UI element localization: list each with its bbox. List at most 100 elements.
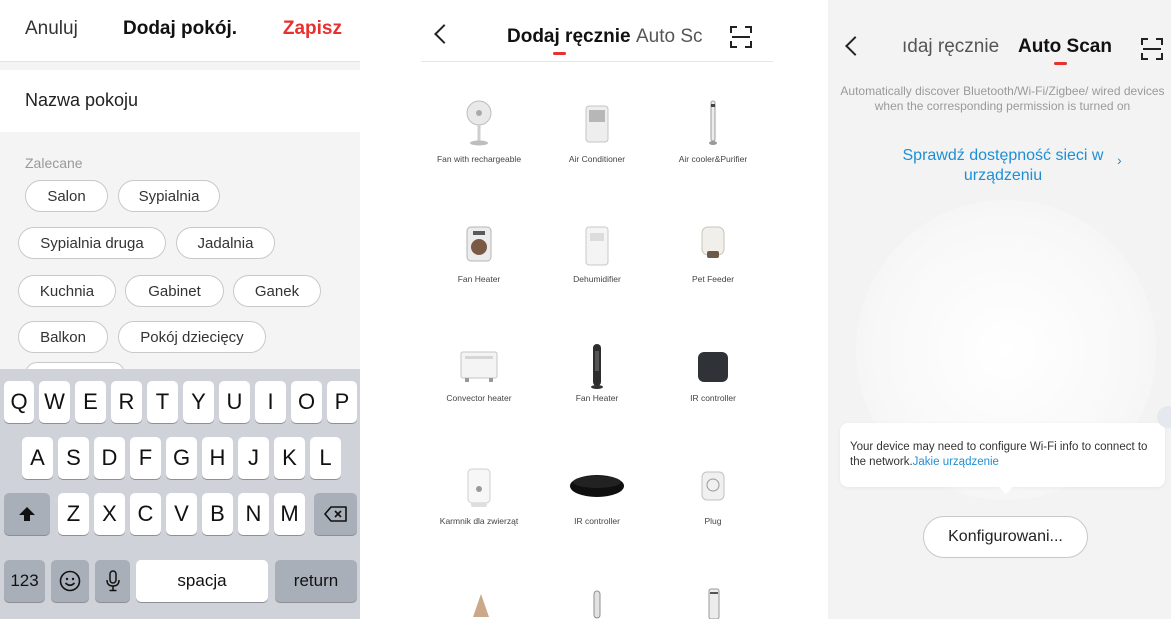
key-t[interactable]: T — [147, 381, 178, 423]
device-tile[interactable]: Pet Feeder — [663, 222, 763, 292]
recommended-label: Zalecane — [25, 155, 83, 171]
device-tile[interactable]: Convector heater — [429, 343, 529, 423]
shift-arrow-icon — [19, 507, 35, 521]
dictation-key[interactable] — [95, 560, 130, 602]
key-m[interactable]: M — [274, 493, 305, 535]
chip-jadalnia[interactable]: Jadalnia — [176, 227, 275, 259]
device-label: Convector heater — [446, 393, 512, 403]
chip-kuchnia[interactable]: Kuchnia — [18, 275, 116, 307]
chip-sypialnia[interactable]: Sypialnia — [118, 180, 220, 212]
manual-header: Dodaj ręcznie Auto Sc — [421, 0, 773, 62]
device-label: Air cooler&Purifier — [678, 154, 748, 164]
device-tile[interactable]: Fan Heater — [429, 222, 529, 292]
key-a[interactable]: A — [22, 437, 53, 479]
space-key[interactable]: spacja — [136, 560, 268, 602]
key-s[interactable]: S — [58, 437, 89, 479]
device-label: IR controller — [690, 393, 736, 403]
microphone-icon — [105, 570, 120, 592]
standing-fan-icon — [466, 100, 492, 146]
device-label: Plug — [704, 516, 722, 526]
auto-scan-panel: ıdaj ręcznie Auto Scan Automatically dis… — [828, 0, 1171, 619]
device-label: Air Conditioner — [568, 154, 626, 164]
chip-pokoj-dzieciecy[interactable]: Pokój dziecięcy — [118, 321, 266, 353]
which-device-link[interactable]: Jakie urządzenie — [913, 456, 999, 468]
device-tile[interactable]: Plug — [663, 464, 763, 534]
cancel-button[interactable]: Anuluj — [25, 18, 78, 40]
back-chevron-icon[interactable] — [434, 24, 454, 44]
active-tab-indicator — [553, 52, 566, 55]
key-c[interactable]: C — [130, 493, 161, 535]
chip-balkon[interactable]: Balkon — [18, 321, 108, 353]
device-tile[interactable]: Karmnik dla zwierząt — [429, 464, 529, 544]
tab-add-manually[interactable]: ıdaj ręcznie — [902, 36, 999, 58]
key-q[interactable]: Q — [4, 381, 34, 423]
room-name-placeholder: Nazwa pokoju — [25, 90, 139, 110]
return-key[interactable]: return — [275, 560, 357, 602]
key-v[interactable]: V — [166, 493, 197, 535]
key-i[interactable]: I — [255, 381, 286, 423]
key-o[interactable]: O — [291, 381, 322, 423]
key-r[interactable]: R — [111, 381, 142, 423]
key-b[interactable]: B — [202, 493, 233, 535]
fan-heater-icon — [466, 226, 492, 262]
back-chevron-icon[interactable] — [845, 36, 865, 56]
key-k[interactable]: K — [274, 437, 305, 479]
key-y[interactable]: Y — [183, 381, 214, 423]
device-label: Dehumidifier — [573, 274, 621, 284]
key-w[interactable]: W — [39, 381, 70, 423]
emoji-icon — [59, 570, 81, 592]
tower-cooler-icon — [709, 100, 717, 145]
key-j[interactable]: J — [238, 437, 269, 479]
key-l[interactable]: L — [310, 437, 341, 479]
key-d[interactable]: D — [94, 437, 125, 479]
key-p[interactable]: P — [327, 381, 357, 423]
device-label: Fan Heater — [457, 274, 501, 284]
tab-add-manually[interactable]: Dodaj ręcznie — [507, 26, 631, 48]
active-tab-indicator — [1054, 62, 1067, 65]
device-tile[interactable]: Air Conditioner — [547, 100, 647, 190]
emoji-key[interactable] — [51, 560, 89, 602]
room-name-input[interactable]: Nazwa pokoju — [0, 70, 360, 132]
chip-gabinet[interactable]: Gabinet — [125, 275, 224, 307]
configure-button[interactable]: Konfigurowani... — [923, 516, 1088, 558]
add-room-header: Dodaj pokój. Anuluj Zapisz — [0, 0, 360, 62]
device-tile[interactable]: Air cooler&Purifier — [663, 100, 763, 190]
key-f[interactable]: F — [130, 437, 161, 479]
key-x[interactable]: X — [94, 493, 125, 535]
wifi-hint-tooltip: Your device may need to configure Wi-Fi … — [840, 423, 1165, 487]
key-g[interactable]: G — [166, 437, 197, 479]
chip-sypialnia-druga[interactable]: Sypialnia druga — [18, 227, 166, 259]
tab-auto-scan[interactable]: Auto Sc — [636, 26, 703, 48]
scan-qr-icon[interactable] — [1141, 38, 1163, 60]
device-tile[interactable]: IR controller — [547, 464, 647, 534]
device-tile[interactable]: IR controller — [663, 343, 763, 413]
check-network-link[interactable]: Sprawdź dostępność sieci w urządzeniu — [888, 146, 1118, 186]
backspace-key[interactable] — [314, 493, 357, 535]
numbers-key[interactable]: 123 — [4, 560, 45, 602]
key-u[interactable]: U — [219, 381, 250, 423]
chip-salon[interactable]: Salon — [25, 180, 108, 212]
backspace-icon — [323, 506, 347, 522]
ir-controller-round-icon — [570, 475, 624, 497]
aroma-diffuser-icon — [473, 594, 489, 617]
convector-heater-icon — [460, 351, 498, 382]
tab-auto-scan[interactable]: Auto Scan — [1018, 36, 1112, 58]
device-tile[interactable]: Fan with rechargeable — [429, 100, 529, 190]
key-h[interactable]: H — [202, 437, 233, 479]
device-tile[interactable]: Fan Heater — [547, 343, 647, 413]
key-n[interactable]: N — [238, 493, 269, 535]
key-z[interactable]: Z — [58, 493, 89, 535]
tower-device-icon — [593, 590, 601, 619]
key-e[interactable]: E — [75, 381, 106, 423]
scan-qr-icon[interactable] — [730, 26, 752, 48]
shift-key[interactable] — [4, 493, 50, 535]
save-button[interactable]: Zapisz — [283, 18, 342, 40]
device-label: Fan Heater — [575, 393, 619, 403]
tooltip-arrow — [998, 486, 1014, 494]
dehumidifier-icon — [585, 226, 609, 266]
device-tile[interactable]: Dehumidifier — [547, 222, 647, 292]
auto-scan-description: Automatically discover Bluetooth/Wi-Fi/Z… — [840, 84, 1165, 113]
smart-plug-icon — [701, 471, 725, 501]
chip-ganek[interactable]: Ganek — [233, 275, 321, 307]
device-label: Pet Feeder — [691, 274, 735, 284]
